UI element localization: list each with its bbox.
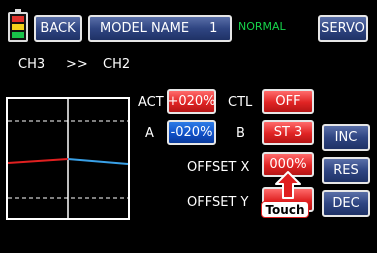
a-value-button[interactable]: -020% [167, 120, 216, 145]
inc-button[interactable]: INC [322, 124, 370, 151]
dec-button-label: DEC [332, 196, 360, 211]
inc-button-label: INC [334, 130, 358, 145]
curve-left-segment [8, 158, 69, 164]
b-value-button[interactable]: ST 3 [262, 120, 314, 145]
model-name-label: MODEL NAME [100, 21, 190, 36]
back-button[interactable]: BACK [34, 15, 82, 42]
battery-icon [8, 9, 28, 42]
act-label: ACT [138, 95, 164, 110]
b-value: ST 3 [273, 125, 303, 140]
touch-label: Touch [261, 201, 309, 218]
model-number: 1 [209, 21, 218, 36]
ctl-label: CTL [228, 95, 253, 110]
act-value-button[interactable]: +020% [167, 89, 216, 114]
mix-arrow: >> [66, 57, 88, 72]
servo-button-label: SERVO [321, 21, 365, 36]
curve-right-segment [67, 158, 128, 165]
servo-button[interactable]: SERVO [318, 15, 368, 42]
mix-curve-graph [6, 97, 130, 220]
b-label: B [236, 126, 245, 141]
mix-from-channel: CH3 [18, 57, 46, 72]
act-value: +020% [167, 94, 216, 109]
ctl-value: OFF [275, 94, 301, 109]
res-button-label: RES [333, 163, 359, 178]
back-button-label: BACK [40, 21, 76, 36]
a-label: A [145, 126, 154, 141]
a-value: -020% [170, 125, 213, 140]
touch-arrow-icon [275, 171, 301, 199]
mode-status: NORMAL [238, 20, 286, 33]
offset-y-label: OFFSET Y [187, 195, 249, 210]
mix-to-channel: CH2 [103, 57, 131, 72]
dec-button[interactable]: DEC [322, 190, 370, 217]
offset-x-label: OFFSET X [187, 160, 250, 175]
model-name-button[interactable]: MODEL NAME 1 [88, 15, 232, 42]
res-button[interactable]: RES [322, 157, 370, 184]
ctl-value-button[interactable]: OFF [262, 89, 314, 114]
